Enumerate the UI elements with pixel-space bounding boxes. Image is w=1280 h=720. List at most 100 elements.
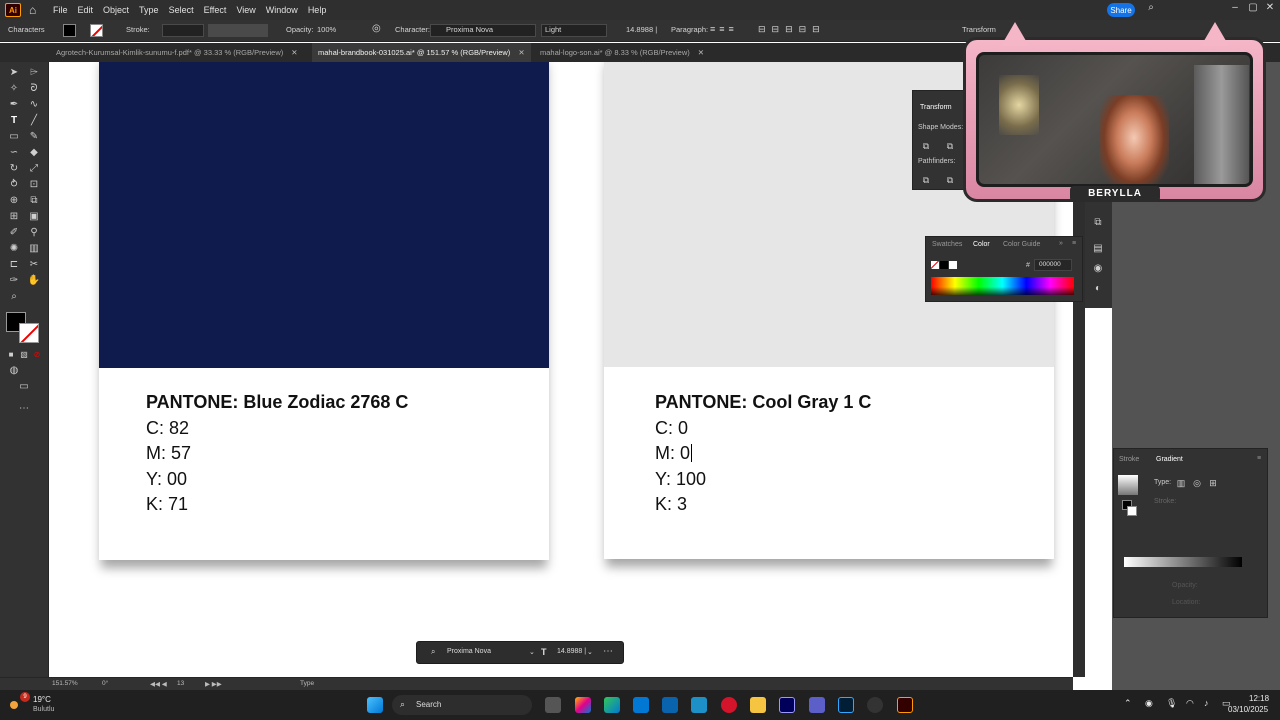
search-icon[interactable]: ⌕ [1144, 2, 1158, 13]
pantone-title[interactable]: PANTONE: Cool Gray 1 C [655, 392, 871, 413]
gradient-slider[interactable] [1124, 557, 1242, 567]
menu-object[interactable]: Object [103, 5, 129, 15]
direct-selection-tool-icon[interactable]: ⌲ [27, 66, 41, 80]
cmyk-yellow[interactable]: Y: 100 [655, 469, 706, 490]
slice-tool-icon[interactable]: ✂ [27, 258, 41, 272]
cmyk-cyan[interactable]: C: 82 [146, 418, 189, 439]
libraries-panel-icon[interactable]: ▤ [1091, 242, 1105, 256]
close-tab-icon[interactable]: ✕ [518, 48, 524, 57]
menu-window[interactable]: Window [266, 5, 298, 15]
mesh-tool-icon[interactable]: ⊞ [7, 210, 21, 224]
tab-swatches[interactable]: Swatches [932, 241, 962, 248]
taskbar-search-box[interactable]: ⌕ Search [392, 695, 532, 715]
eraser-tool-icon[interactable]: ◆ [27, 146, 41, 160]
trim-icon[interactable]: ⧉ [943, 173, 957, 187]
rectangle-tool-icon[interactable]: ▭ [7, 130, 21, 144]
more-options-icon[interactable]: ⋯ [603, 646, 613, 657]
teams-icon[interactable] [809, 697, 825, 713]
character-label[interactable]: Character: [395, 25, 430, 34]
selection-tool-icon[interactable]: ➤ [7, 66, 21, 80]
transform-panel-title[interactable]: Transform [920, 104, 952, 111]
perspective-tool-icon[interactable]: ⧉ [27, 194, 41, 208]
scale-tool-icon[interactable]: ⤢ [27, 162, 41, 176]
globe-icon[interactable]: ◎ [372, 23, 381, 34]
magic-wand-tool-icon[interactable]: ✧ [7, 82, 21, 96]
menu-file[interactable]: File [53, 5, 68, 15]
windows-start-icon[interactable] [367, 697, 383, 713]
microphone-icon[interactable]: 🎙︎ [1166, 698, 1177, 709]
zoom-tool-icon[interactable]: ⌕ [7, 290, 21, 304]
black-swatch[interactable] [940, 261, 948, 269]
menu-type[interactable]: Type [139, 5, 159, 15]
paragraph-label[interactable]: Paragraph: [671, 25, 708, 34]
blend-tool-icon[interactable]: ⚲ [27, 226, 41, 240]
panel-menu-icon[interactable]: ≡ [1257, 455, 1261, 462]
menu-effect[interactable]: Effect [204, 5, 227, 15]
cmyk-yellow[interactable]: Y: 00 [146, 469, 187, 490]
chevron-up-icon[interactable]: ⌃ [1124, 698, 1132, 709]
zoom-level[interactable]: 151.57% [52, 680, 78, 687]
symbol-sprayer-tool-icon[interactable]: ✺ [7, 242, 21, 256]
rotate-tool-icon[interactable]: ↻ [7, 162, 21, 176]
align-icons[interactable]: ≡≡≡ [710, 24, 738, 34]
file-explorer-icon[interactable] [750, 697, 766, 713]
none-mode-icon[interactable]: ⊘ [30, 348, 44, 362]
obs-icon[interactable] [867, 697, 883, 713]
artboard-nav-next-icon[interactable]: ▶ ▶▶ [205, 680, 222, 688]
menu-edit[interactable]: Edit [78, 5, 94, 15]
tab-stroke[interactable]: Stroke [1119, 456, 1139, 463]
artboard-nav-icon[interactable]: ◀◀ ◀ [150, 680, 167, 688]
copilot-icon[interactable] [575, 697, 591, 713]
pantone-title[interactable]: PANTONE: Blue Zodiac 2768 C [146, 392, 408, 413]
unite-icon[interactable]: ⧉ [919, 139, 933, 153]
lasso-tool-icon[interactable]: ᘐ [27, 82, 41, 96]
graphic-styles-icon[interactable]: ◐ [1091, 282, 1105, 296]
store-icon[interactable] [633, 697, 649, 713]
tab-gradient[interactable]: Gradient [1156, 456, 1183, 463]
chevron-down-icon[interactable]: ⌄ [587, 648, 593, 656]
hex-input[interactable]: 000000 [1034, 259, 1072, 271]
layers-panel-icon[interactable]: ⧉ [1091, 216, 1105, 230]
floating-font-name[interactable]: Proxima Nova [447, 648, 491, 655]
pen-tool-icon[interactable]: ✒ [7, 98, 21, 112]
font-size-value[interactable]: 14.8988 | [626, 25, 657, 34]
wifi-icon[interactable]: ◠ [1186, 698, 1194, 709]
stroke-swatch[interactable] [90, 24, 103, 37]
color-spectrum[interactable] [931, 277, 1074, 295]
menu-view[interactable]: View [236, 5, 255, 15]
opera-icon[interactable] [721, 697, 737, 713]
network-tray-icon[interactable]: ◉ [1145, 698, 1153, 709]
cmyk-magenta-editing[interactable]: M: 0 [655, 443, 693, 464]
after-effects-icon[interactable] [779, 697, 795, 713]
artboard-tool-icon[interactable]: ⊏ [7, 258, 21, 272]
photoshop-icon[interactable] [838, 697, 854, 713]
transform-label[interactable]: Transform [962, 25, 996, 34]
maximize-icon[interactable]: ▢ [1246, 2, 1260, 13]
appearance-panel-icon[interactable]: ◉ [1091, 262, 1105, 276]
gradient-mode-icon[interactable]: ▧ [17, 348, 31, 362]
temperature[interactable]: 19°C [33, 695, 51, 704]
draw-mode-icon[interactable]: ◍ [7, 364, 21, 378]
freeform-gradient-icon[interactable]: ⊞ [1206, 476, 1220, 490]
curvature-tool-icon[interactable]: ∿ [27, 98, 41, 112]
paintbrush-tool-icon[interactable]: ✎ [27, 130, 41, 144]
linear-gradient-icon[interactable]: ▥ [1174, 476, 1188, 490]
align-objects-icons[interactable]: ⊟⊟⊟⊟⊟ [758, 24, 826, 35]
collapse-icon[interactable]: » [1059, 240, 1063, 247]
rotation-value[interactable]: 0° [102, 680, 108, 687]
cmyk-cyan[interactable]: C: 0 [655, 418, 688, 439]
shaper-tool-icon[interactable]: ∽ [7, 146, 21, 160]
tab-color-guide[interactable]: Color Guide [1003, 241, 1040, 248]
fill-swatch[interactable] [63, 24, 76, 37]
type-tool-icon[interactable]: T [7, 114, 21, 128]
cmyk-black[interactable]: K: 71 [146, 494, 188, 515]
chevron-down-icon[interactable]: ⌄ [529, 648, 535, 656]
eyedropper-alt-icon[interactable]: ✑ [7, 274, 21, 288]
outlook-icon[interactable] [662, 697, 678, 713]
screen-mode-icon[interactable]: ▭ [17, 380, 31, 394]
task-view-icon[interactable] [545, 697, 561, 713]
remote-desktop-icon[interactable] [691, 697, 707, 713]
radial-gradient-icon[interactable]: ◎ [1190, 476, 1204, 490]
weather-icon[interactable] [10, 701, 18, 709]
free-transform-tool-icon[interactable]: ⊡ [27, 178, 41, 192]
